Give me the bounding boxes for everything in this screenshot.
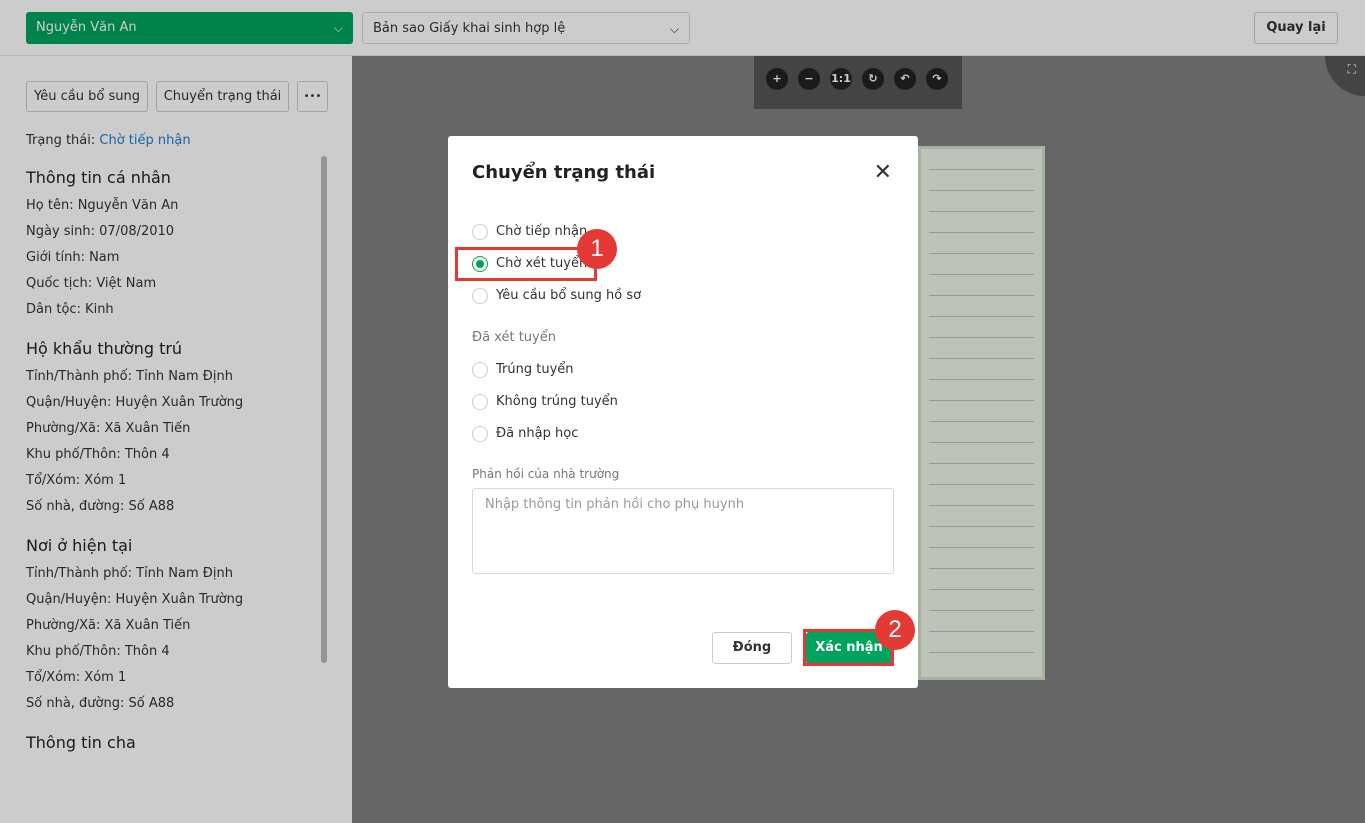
- option-label: Chờ tiếp nhận: [496, 224, 588, 239]
- option-label: Trúng tuyển: [496, 362, 574, 377]
- highlight-step1: [455, 247, 597, 281]
- status-option[interactable]: Chờ tiếp nhận: [472, 222, 587, 242]
- option-label: Đã nhập học: [496, 426, 579, 441]
- status-option[interactable]: Đã nhập học: [472, 424, 578, 444]
- radio-icon[interactable]: [472, 426, 488, 442]
- option-label: Yêu cầu bổ sung hồ sơ: [496, 288, 642, 303]
- option-label: Không trúng tuyển: [496, 394, 618, 409]
- radio-icon[interactable]: [472, 394, 488, 410]
- step-badge-2: 2: [875, 610, 915, 650]
- status-option[interactable]: Trúng tuyển: [472, 360, 574, 380]
- status-option[interactable]: Yêu cầu bổ sung hồ sơ: [472, 286, 641, 306]
- change-status-modal: Chuyển trạng thái ✕ Chờ tiếp nhận Chờ xét…: [448, 136, 918, 688]
- group-label: Đã xét tuyển: [472, 330, 556, 345]
- close-icon[interactable]: ✕: [874, 160, 892, 185]
- radio-icon[interactable]: [472, 288, 488, 304]
- step-badge-1: 1: [577, 229, 617, 269]
- radio-icon[interactable]: [472, 362, 488, 378]
- radio-icon[interactable]: [472, 224, 488, 240]
- status-option[interactable]: Không trúng tuyển: [472, 392, 618, 412]
- feedback-input[interactable]: [472, 488, 894, 574]
- modal-title: Chuyển trạng thái: [472, 162, 656, 183]
- close-button[interactable]: Đóng: [712, 632, 792, 664]
- feedback-label: Phản hồi của nhà trường: [472, 467, 620, 481]
